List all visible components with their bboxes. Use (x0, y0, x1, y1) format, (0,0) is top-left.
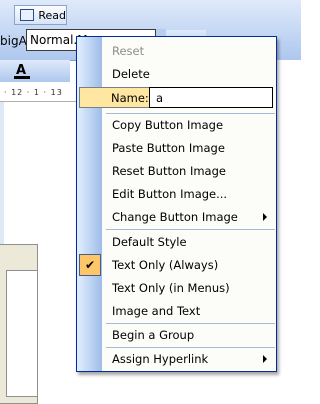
menu-item-reset-label: Reset (112, 44, 145, 58)
menu-item-reset-button-image-label: Reset Button Image (112, 164, 226, 178)
menu-item-delete-label: Delete (112, 67, 150, 81)
menu-item-paste-button-image-label: Paste Button Image (112, 141, 225, 155)
menu-item-image-and-text-label: Image and Text (112, 304, 201, 318)
menu-item-edit-button-image-label: Edit Button Image... (112, 187, 228, 201)
check-icon: ✔ (85, 258, 96, 272)
read-button-label: Read (38, 8, 66, 22)
toolbar-partial-text: bigA (0, 34, 27, 48)
menu-item-text-only-in-menus[interactable]: Text Only (in Menus) (77, 277, 276, 299)
document-right-area (277, 60, 301, 390)
menu-separator (106, 229, 275, 230)
menu-item-begin-group[interactable]: Begin a Group (77, 324, 276, 346)
chevron-right-icon (263, 213, 267, 221)
menu-item-change-button-image[interactable]: Change Button Image (77, 206, 276, 228)
font-color-swatch (14, 76, 30, 79)
ruler-ticks: · 12 · 1 · 13 (4, 88, 63, 97)
name-label: Name: (111, 91, 149, 105)
menu-item-reset[interactable]: Reset (77, 40, 276, 62)
menu-item-text-only-in-menus-label: Text Only (in Menus) (112, 281, 230, 295)
menu-item-delete[interactable]: Delete (77, 63, 276, 85)
menu-item-text-only-always[interactable]: ✔ Text Only (Always) (77, 254, 276, 276)
background-dialog-list (6, 270, 38, 397)
menu-item-edit-button-image[interactable]: Edit Button Image... (77, 183, 276, 205)
menu-item-default-style[interactable]: Default Style (77, 231, 276, 253)
formatting-toolbar (0, 60, 70, 82)
menu-item-paste-button-image[interactable]: Paste Button Image (77, 137, 276, 159)
menu-item-default-style-label: Default Style (112, 235, 187, 249)
checked-indicator: ✔ (79, 254, 101, 276)
menu-item-reset-button-image[interactable]: Reset Button Image (77, 160, 276, 182)
menu-item-change-button-image-label: Change Button Image (112, 210, 238, 224)
menu-item-assign-hyperlink[interactable]: Assign Hyperlink (77, 348, 276, 370)
customize-context-menu: Reset Delete Name: Copy Button Image Pas… (76, 36, 277, 372)
chevron-right-icon (263, 355, 267, 363)
menu-item-copy-button-image[interactable]: Copy Button Image (77, 114, 276, 136)
read-button[interactable]: Read (14, 5, 67, 25)
menu-item-assign-hyperlink-label: Assign Hyperlink (112, 352, 209, 366)
name-input[interactable] (149, 87, 273, 108)
book-icon (20, 9, 35, 21)
menu-item-begin-group-label: Begin a Group (112, 328, 195, 342)
menu-item-text-only-always-label: Text Only (Always) (112, 258, 219, 272)
menu-item-image-and-text[interactable]: Image and Text (77, 300, 276, 322)
menu-item-copy-button-image-label: Copy Button Image (112, 118, 224, 132)
